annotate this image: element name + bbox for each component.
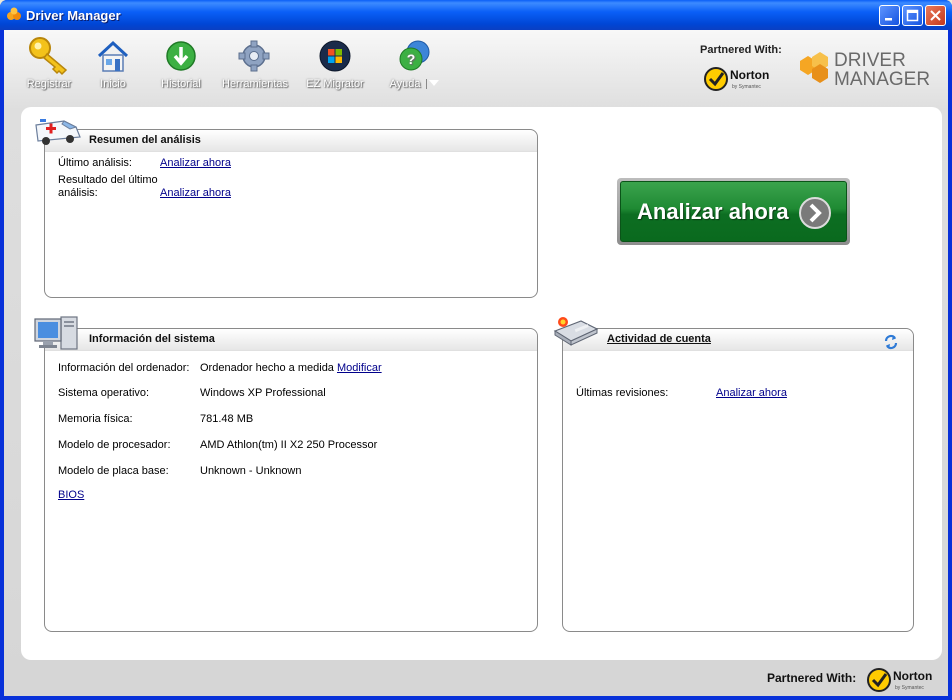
computer-info-text: Ordenador hecho a medida (200, 362, 334, 374)
history-icon (166, 41, 196, 71)
processor-value: AMD Athlon(tm) II X2 250 Processor (200, 439, 378, 451)
main-panel: Resumen del análisis Último análisis: An… (21, 107, 942, 660)
footer-partnered-with: Partnered With: (767, 671, 857, 685)
panel-header: Resumen del análisis (45, 130, 537, 152)
last-result-label: Resultado del último (58, 174, 158, 186)
footer-norton-logo: Norton by Symantec (866, 664, 942, 699)
title-bar[interactable]: Driver Manager (0, 0, 952, 30)
svg-text:?: ? (407, 51, 416, 67)
refresh-icon[interactable] (883, 334, 899, 350)
norton-text: Norton (730, 68, 769, 82)
toolbar-label: EZ Migrator (306, 78, 364, 90)
panel-title[interactable]: Actividad de cuenta (607, 333, 711, 345)
modify-link[interactable]: Modificar (337, 362, 382, 374)
toolbar-inicio[interactable]: Inicio (81, 34, 145, 90)
last-reviews-label: Últimas revisiones: (576, 387, 669, 399)
ambulance-icon (35, 119, 81, 145)
app-icon (7, 7, 21, 20)
panel-header: Actividad de cuenta (563, 329, 913, 351)
scan-now-button[interactable]: Analizar ahora (617, 178, 850, 245)
gear-icon (238, 40, 270, 72)
toolbar-label: Inicio (100, 78, 126, 90)
last-reviews-link[interactable]: Analizar ahora (716, 387, 787, 399)
system-info-panel: Información del sistema Información del … (44, 328, 538, 632)
toolbar-ayuda[interactable]: ? Ayuda (379, 34, 449, 90)
svg-text:DRIVER: DRIVER (834, 50, 906, 71)
last-scan-link[interactable]: Analizar ahora (160, 157, 231, 169)
bios-link[interactable]: BIOS (58, 489, 84, 501)
last-scan-label: Último análisis: (58, 157, 132, 169)
home-icon (97, 40, 129, 72)
app-window: Driver Manager Registrar Inicio Historia… (0, 0, 952, 700)
memory-value: 781.48 MB (200, 413, 254, 425)
minimize-button[interactable] (879, 5, 900, 26)
toolbar-label: Registrar (26, 78, 72, 90)
svg-text:by Symantec: by Symantec (895, 685, 924, 691)
help-icon: ? (399, 40, 430, 71)
minimize-icon (885, 18, 892, 21)
arrow-right-icon (799, 197, 831, 229)
window-title: Driver Manager (26, 8, 121, 23)
last-result-label-2: análisis: (58, 187, 98, 199)
memory-label: Memoria física: (58, 413, 133, 425)
panel-header: Información del sistema (45, 329, 537, 351)
scan-now-label: Analizar ahora (637, 199, 789, 224)
client-area: Registrar Inicio Historial Herramientas … (4, 30, 948, 696)
svg-text:MANAGER: MANAGER (834, 69, 930, 90)
scan-summary-panel: Resumen del análisis Último análisis: An… (44, 129, 538, 298)
svg-text:Norton: Norton (893, 669, 932, 683)
panel-title: Información del sistema (89, 333, 215, 345)
toolbar-registrar[interactable]: Registrar (17, 34, 81, 90)
panel-title: Resumen del análisis (89, 134, 201, 146)
driver-manager-logo: DRIVER MANAGER (790, 47, 940, 94)
motherboard-label: Modelo de placa base: (58, 465, 169, 477)
fax-icon (553, 317, 599, 346)
computer-icon (34, 316, 78, 350)
computer-info-value: Ordenador hecho a medida Modificar (200, 362, 382, 374)
last-result-link[interactable]: Analizar ahora (160, 187, 231, 199)
account-activity-panel: Actividad de cuenta Últimas revisiones: … (562, 328, 914, 632)
toolbar-ez-migrator[interactable]: EZ Migrator (300, 34, 370, 90)
norton-logo: Norton by Symantec (704, 64, 774, 97)
close-button[interactable] (925, 5, 946, 26)
chevron-down-icon[interactable] (425, 79, 439, 90)
partnered-with-label: Partnered With: (700, 44, 782, 56)
svg-text:by Symantec: by Symantec (732, 84, 761, 90)
os-value: Windows XP Professional (200, 387, 326, 399)
os-label: Sistema operativo: (58, 387, 150, 399)
toolbar-label: Herramientas (222, 78, 289, 90)
toolbar-historial[interactable]: Historial (149, 34, 213, 90)
windows-orb-icon (319, 40, 351, 72)
processor-label: Modelo de procesador: (58, 439, 171, 451)
key-icon (29, 37, 68, 76)
motherboard-value: Unknown - Unknown (200, 465, 302, 477)
toolbar-label: Ayuda (389, 78, 421, 90)
toolbar-label: Historial (161, 78, 201, 90)
scan-now-button-face: Analizar ahora (620, 181, 847, 242)
computer-info-label: Información del ordenador: (58, 362, 190, 374)
toolbar-herramientas[interactable]: Herramientas (222, 34, 289, 90)
maximize-button[interactable] (902, 5, 923, 26)
maximize-icon (906, 9, 919, 22)
close-icon (930, 10, 941, 21)
